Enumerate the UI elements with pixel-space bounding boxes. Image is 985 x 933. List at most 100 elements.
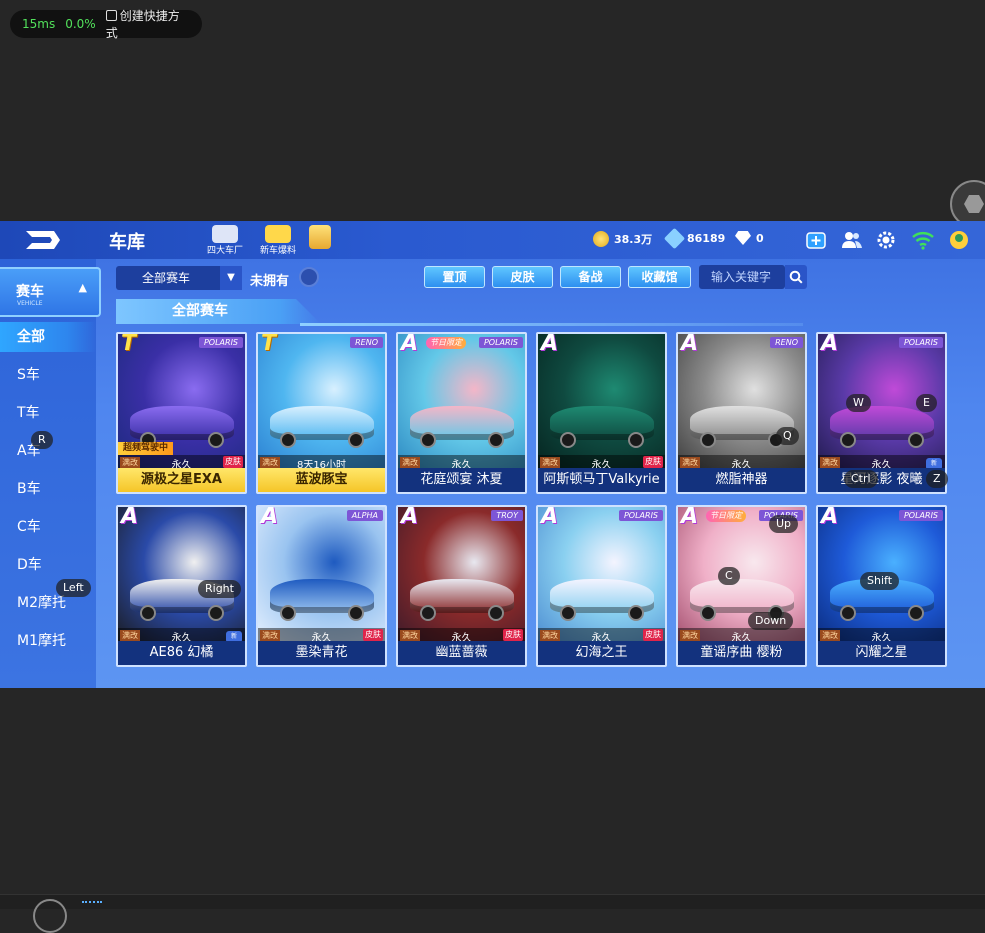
bottom-taskbar (0, 894, 985, 933)
home-button[interactable] (33, 899, 67, 933)
wheel (488, 605, 504, 621)
skin-tag: 皮肤 (643, 456, 663, 468)
create-shortcut-button[interactable]: 创建快捷方式 (105, 7, 190, 41)
sidebar-item-d[interactable]: D车 (0, 550, 96, 580)
car-name: 燃脂神器 (678, 468, 805, 492)
wheel (560, 605, 576, 621)
wheel (488, 432, 504, 448)
car-card[interactable]: A TROY 满改 永久 皮肤 幽蓝蔷薇 (396, 505, 527, 667)
grade-badge: A (821, 332, 839, 356)
car-name: 幻海之王 (538, 641, 665, 665)
key-hint-up: Up (769, 515, 799, 533)
car-name: 花庭颂宴 沐夏 (398, 468, 525, 492)
settings-icon[interactable] (876, 230, 896, 250)
dropdown-value: 全部赛车 (142, 271, 191, 285)
car-card[interactable]: T RENO 满改 8天16小时 蓝波豚宝 (256, 332, 387, 494)
sidebar-item-b[interactable]: B车 (0, 474, 96, 504)
factory-button[interactable]: 四大车厂 (207, 225, 243, 256)
skin-tag: 皮肤 (643, 629, 663, 641)
skin-tag: 皮肤 (363, 629, 383, 641)
grade-badge: A (821, 505, 839, 529)
add-icon[interactable] (806, 230, 826, 250)
sidebar-item-s[interactable]: S车 (0, 360, 96, 390)
wheel (628, 605, 644, 621)
coin-value: 38.3万 (614, 233, 653, 246)
key-hint-r: R (31, 431, 53, 449)
collection-button[interactable]: 收藏馆 (628, 266, 691, 288)
garage-screen: 车库 四大车厂 新车爆料 38.3万 86189 0 赛车 VEHICLE ▲ … (0, 221, 985, 688)
grade-badge: A (401, 505, 419, 529)
car-card[interactable]: A RENO 满改 永久 燃脂神器 (676, 332, 807, 494)
gift-button[interactable] (309, 225, 331, 249)
unowned-label: 未拥有 (250, 274, 290, 289)
diamond-icon (735, 231, 751, 245)
key-hint-w: W (846, 394, 871, 412)
car-card[interactable]: A POLARIS 节日限定 满改 永久 花庭颂宴 沐夏 (396, 332, 527, 494)
new-car-icon (265, 225, 291, 243)
car-name: 蓝波豚宝 (258, 468, 385, 492)
shortcut-icon (105, 10, 117, 21)
car-name: 童谣序曲 樱粉 (678, 641, 805, 665)
car-card[interactable]: T POLARIS 超频驾驶中 满改 永久 皮肤 源极之星EXA (116, 332, 247, 494)
car-name: 源极之星EXA (118, 468, 245, 492)
grade-badge: T (261, 332, 277, 356)
car-artwork (258, 334, 385, 472)
brand-tag: ALPHA (346, 510, 383, 521)
prepare-button[interactable]: 备战 (560, 266, 621, 288)
gift-icon (309, 225, 331, 249)
gem-value: 86189 (687, 232, 726, 245)
key-hint-down: Down (748, 612, 794, 630)
car-name: 幽蓝蔷薇 (398, 641, 525, 665)
brand-tag: POLARIS (898, 337, 943, 348)
car-card[interactable]: A POLARIS 满改 永久 皮肤 幻海之王 (536, 505, 667, 667)
category-title: 赛车 (16, 284, 44, 300)
section-divider (300, 323, 803, 326)
unowned-toggle[interactable] (299, 267, 319, 287)
key-hint-e: E (916, 394, 937, 412)
car-card[interactable]: A 满改 永久 皮肤 阿斯顿马丁Valkyrie (536, 332, 667, 494)
car-name: 闪耀之星 (818, 641, 945, 665)
sidebar-item-c[interactable]: C车 (0, 512, 96, 542)
new-car-button[interactable]: 新车爆料 (260, 225, 296, 256)
top-bar: 车库 四大车厂 新车爆料 38.3万 86189 0 (0, 221, 985, 259)
status-ribbon: 超频驾驶中 (118, 442, 174, 455)
skin-tag: 皮肤 (223, 456, 243, 468)
sidebar-item-m1[interactable]: M1摩托 (0, 626, 96, 656)
wheel (560, 432, 576, 448)
chevron-up-icon: ▲ (78, 281, 87, 294)
diamond-balance[interactable]: 0 (735, 231, 764, 245)
grade-badge: A (541, 332, 559, 356)
page-title: 车库 (109, 232, 145, 253)
skin-button[interactable]: 皮肤 (492, 266, 553, 288)
pin-top-button[interactable]: 置顶 (424, 266, 485, 288)
sidebar-item-t[interactable]: T车 (0, 398, 96, 428)
wheel (348, 605, 364, 621)
key-hint-q: Q (776, 427, 799, 445)
car-type-dropdown[interactable]: 全部赛车 ▼ (116, 266, 242, 290)
brand-tag: POLARIS (198, 337, 243, 348)
wifi-icon (912, 232, 934, 250)
grade-badge: A (681, 505, 699, 529)
search-button[interactable] (785, 265, 807, 289)
search-input[interactable] (699, 265, 785, 289)
key-hint-c: C (718, 567, 740, 585)
car-name: AE86 幻橘 (118, 641, 245, 665)
car-card[interactable]: A POLARIS 满改 永久新星河逐影 夜曦 (816, 332, 947, 494)
vehicle-category-header[interactable]: 赛车 VEHICLE ▲ (0, 267, 101, 317)
gem-balance[interactable]: 86189 (663, 227, 726, 250)
car-card[interactable]: A ALPHA 满改 永久 皮肤 墨染青花 (256, 505, 387, 667)
avatar-icon[interactable] (949, 230, 969, 250)
wheel (280, 605, 296, 621)
coin-balance[interactable]: 38.3万 (593, 231, 652, 247)
packet-loss-value: 0.0% (65, 17, 96, 31)
wheel (140, 605, 156, 621)
sidebar-item-all[interactable]: 全部 (0, 322, 96, 352)
grade-badge: A (681, 332, 699, 356)
game-logo (26, 231, 60, 249)
key-hint-shift: Shift (860, 572, 900, 590)
wheel (348, 432, 364, 448)
friends-icon[interactable] (842, 230, 862, 250)
wheel (280, 432, 296, 448)
wheel (700, 432, 716, 448)
wheel (908, 605, 924, 621)
